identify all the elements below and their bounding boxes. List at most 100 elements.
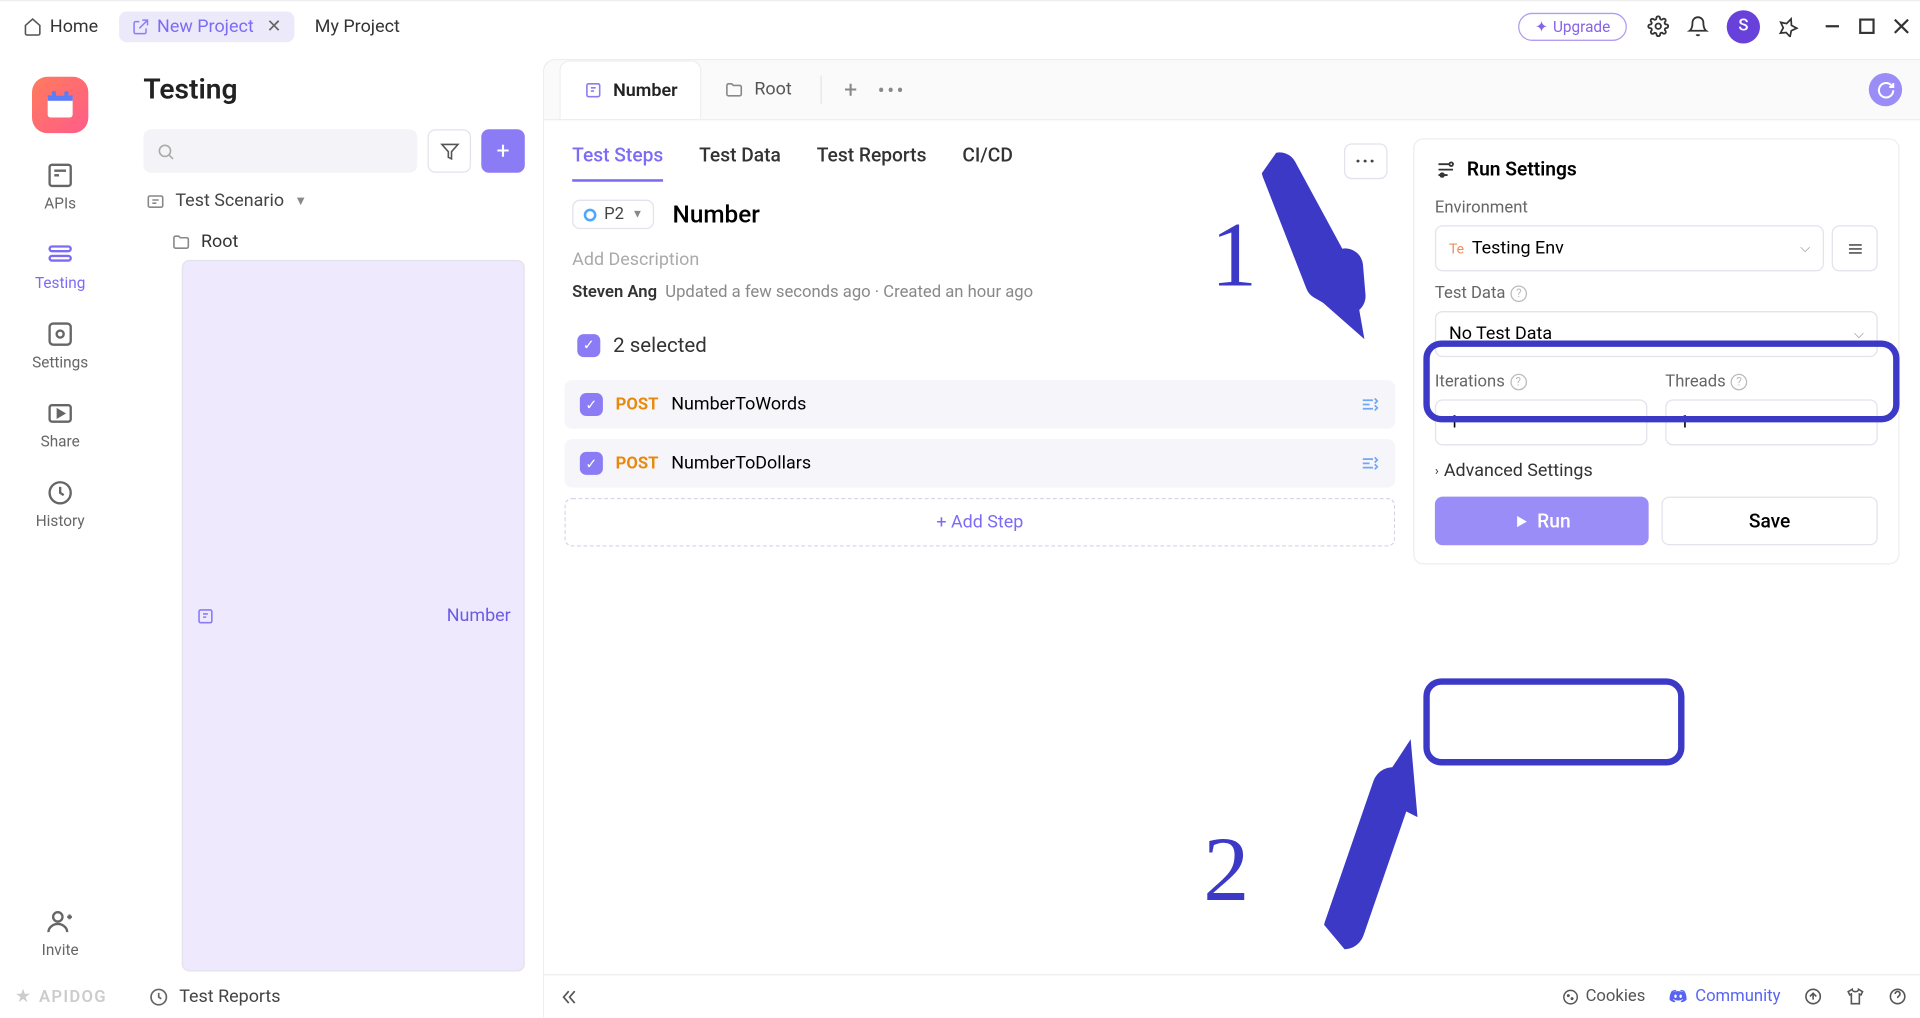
add-step-button[interactable]: + Add Step: [564, 498, 1395, 547]
save-button[interactable]: Save: [1661, 497, 1877, 546]
project-tab-my[interactable]: My Project: [302, 11, 413, 42]
step-row[interactable]: ✓ POST NumberToDollars: [564, 439, 1395, 488]
tab-root[interactable]: Root: [702, 60, 815, 119]
project-icon: [131, 17, 149, 35]
iterations-input[interactable]: 1: [1435, 399, 1647, 445]
help-icon[interactable]: ?: [1511, 285, 1528, 302]
advanced-settings-toggle[interactable]: › Advanced Settings: [1435, 461, 1878, 481]
project-label: My Project: [315, 16, 400, 36]
subtab-test-reports[interactable]: Test Reports: [817, 143, 927, 181]
chevron-down-icon: ▼: [294, 194, 307, 208]
bell-icon[interactable]: [1687, 15, 1709, 37]
community-link[interactable]: Community: [1668, 986, 1780, 1006]
subtab-test-steps[interactable]: Test Steps: [572, 143, 663, 181]
project-label: New Project: [157, 16, 254, 36]
cookies-link[interactable]: Cookies: [1561, 987, 1645, 1006]
panel-title: Testing: [143, 74, 524, 106]
priority-chip[interactable]: P2 ▼: [572, 200, 654, 229]
folder-icon: [725, 80, 744, 99]
minimize-icon[interactable]: [1824, 18, 1841, 35]
priority-dot-icon: [584, 208, 597, 221]
sync-icon[interactable]: [1869, 73, 1902, 106]
settings-icon: [1435, 158, 1457, 180]
upgrade-button[interactable]: ✦ Upgrade: [1518, 12, 1627, 40]
step-action-icon[interactable]: [1359, 453, 1379, 473]
step-action-icon[interactable]: [1359, 394, 1379, 414]
nav-apis[interactable]: APIs: [44, 161, 76, 212]
selection-bar: ✓ 2 selected: [564, 320, 1395, 370]
threads-label: Threads?: [1665, 372, 1877, 391]
upgrade-label: Upgrade: [1553, 17, 1610, 35]
tree-number[interactable]: Number: [182, 260, 525, 972]
nav-share[interactable]: Share: [41, 399, 80, 450]
run-settings-title: Run Settings: [1467, 157, 1577, 180]
side-panel: Testing + Test Scenario ▼ Root Number Te…: [120, 51, 542, 1017]
iterations-label: Iterations?: [1435, 372, 1647, 391]
avatar[interactable]: S: [1727, 10, 1760, 43]
more-menu-button[interactable]: ···: [1344, 143, 1388, 179]
scenario-item-icon: [196, 606, 215, 625]
environment-select[interactable]: TeTesting Env ⌵: [1435, 225, 1824, 271]
filter-button[interactable]: [428, 129, 472, 173]
share-icon: [46, 399, 74, 427]
tshirt-icon[interactable]: [1846, 987, 1865, 1006]
folder-icon: [172, 232, 191, 251]
add-button[interactable]: +: [481, 129, 525, 173]
checkbox-all[interactable]: ✓: [577, 333, 600, 356]
close-icon[interactable]: ✕: [267, 16, 282, 36]
collapse-icon[interactable]: [559, 986, 579, 1006]
subtab-cicd[interactable]: CI/CD: [962, 143, 1013, 181]
nav-testing[interactable]: Testing: [35, 241, 85, 292]
checkbox[interactable]: ✓: [580, 452, 603, 475]
method-badge: POST: [616, 454, 659, 473]
tree-test-reports[interactable]: Test Reports: [143, 977, 524, 1018]
project-tab-new[interactable]: New Project ✕: [119, 11, 295, 42]
play-icon: [1513, 513, 1530, 530]
checkbox[interactable]: ✓: [580, 393, 603, 416]
more-tabs-icon[interactable]: •••: [878, 77, 906, 101]
scenario-item-icon: [584, 81, 603, 100]
history-icon: [46, 479, 74, 507]
testdata-select[interactable]: No Test Data ⌵: [1435, 311, 1878, 357]
search-input[interactable]: [143, 129, 417, 173]
upload-icon[interactable]: [1804, 987, 1823, 1006]
home-icon: [23, 17, 42, 36]
close-window-icon[interactable]: [1893, 18, 1910, 35]
tab-number[interactable]: Number: [559, 60, 702, 119]
testdata-label: Test Data?: [1435, 284, 1878, 303]
footer-bar: Cookies Community: [544, 974, 1920, 1018]
help-icon[interactable]: ?: [1731, 374, 1748, 391]
chevron-down-icon: ⌵: [1800, 241, 1810, 255]
tab-bar: Number Root + •••: [544, 60, 1920, 119]
run-settings-panel: Run Settings Environment TeTesting Env ⌵…: [1413, 138, 1899, 564]
run-button[interactable]: Run: [1435, 497, 1649, 546]
home-tab[interactable]: Home: [10, 11, 111, 42]
help-icon[interactable]: ?: [1510, 374, 1527, 391]
add-tab-icon[interactable]: +: [844, 76, 857, 103]
nav-invite[interactable]: Invite: [42, 908, 79, 959]
nav-history[interactable]: History: [36, 479, 85, 530]
subtab-test-data[interactable]: Test Data: [699, 143, 781, 181]
maximize-icon[interactable]: [1859, 18, 1876, 35]
clock-icon: [148, 987, 168, 1007]
apis-icon: [46, 161, 74, 189]
threads-input[interactable]: 1: [1665, 399, 1877, 445]
env-menu-button[interactable]: [1832, 225, 1878, 271]
top-bar: Home New Project ✕ My Project ✦ Upgrade …: [0, 0, 1920, 51]
help-circle-icon[interactable]: [1888, 987, 1907, 1006]
testing-icon: [46, 241, 74, 269]
method-badge: POST: [616, 395, 659, 414]
tree-root[interactable]: Root: [161, 224, 525, 260]
scenario-name[interactable]: Number: [673, 200, 760, 229]
step-row[interactable]: ✓ POST NumberToWords: [564, 380, 1395, 429]
brand-footer: APIDOG: [13, 987, 107, 1018]
nav-settings[interactable]: Settings: [32, 320, 88, 371]
invite-icon: [46, 908, 74, 936]
pin-icon[interactable]: [1778, 16, 1798, 36]
gear-icon[interactable]: [1647, 15, 1669, 37]
tree-header[interactable]: Test Scenario ▼: [143, 191, 524, 211]
sparkle-icon: ✦: [1535, 17, 1548, 35]
app-logo[interactable]: [32, 77, 88, 133]
selected-count: 2 selected: [613, 333, 707, 357]
scenario-icon: [146, 191, 165, 210]
